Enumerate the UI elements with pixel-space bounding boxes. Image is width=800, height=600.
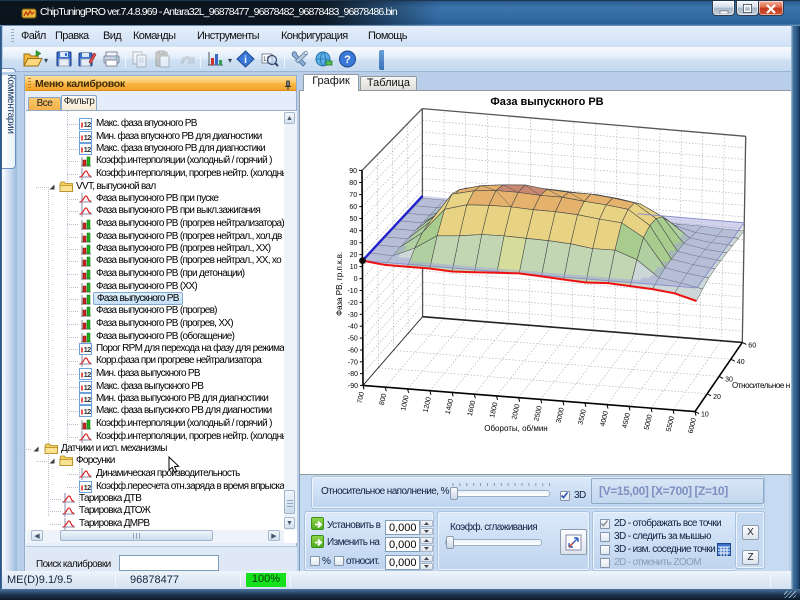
svg-text:-10: -10	[347, 288, 357, 295]
svg-text:20: 20	[713, 394, 721, 401]
svg-text:5500: 5500	[666, 416, 676, 433]
svg-text:12: 12	[84, 483, 91, 492]
svg-text:800: 800	[379, 393, 388, 406]
svg-text:40: 40	[737, 359, 745, 366]
svg-text:20: 20	[350, 252, 358, 259]
svg-text:12: 12	[84, 133, 91, 142]
svg-text:-30: -30	[348, 312, 358, 319]
svg-text:12: 12	[84, 370, 91, 379]
svg-text:?: ?	[344, 54, 351, 66]
svg-text:40: 40	[350, 228, 358, 235]
svg-text:Фаза РВ, гр.п.к.в.: Фаза РВ, гр.п.к.в.	[335, 252, 344, 316]
svg-text:30: 30	[350, 240, 358, 247]
svg-text:80: 80	[349, 180, 357, 187]
svg-text:0: 0	[354, 276, 358, 283]
svg-text:4500: 4500	[622, 412, 632, 429]
svg-text:12: 12	[84, 383, 91, 392]
svg-text:-70: -70	[348, 359, 358, 366]
svg-text:90: 90	[349, 168, 357, 175]
svg-text:10: 10	[350, 264, 358, 271]
svg-text:-20: -20	[348, 300, 358, 307]
svg-text:2000: 2000	[511, 403, 521, 420]
svg-text:2500: 2500	[533, 405, 543, 422]
svg-text:12: 12	[84, 395, 91, 404]
svg-text:-60: -60	[348, 348, 358, 355]
svg-text:700: 700	[356, 391, 365, 404]
svg-text:Относительное н: Относительное н	[732, 381, 790, 390]
svg-text:6000: 6000	[688, 417, 698, 434]
svg-text:1600: 1600	[467, 400, 477, 417]
svg-text:i: i	[244, 55, 247, 66]
svg-text:70: 70	[349, 192, 357, 199]
svg-text:-80: -80	[348, 371, 358, 378]
svg-text:1000: 1000	[400, 395, 410, 412]
svg-text:50: 50	[350, 216, 358, 223]
svg-text:1400: 1400	[445, 398, 455, 415]
svg-text:3000: 3000	[556, 407, 566, 424]
svg-text:12: 12	[84, 407, 91, 416]
svg-text:4000: 4000	[600, 410, 610, 427]
svg-text:5000: 5000	[644, 414, 654, 431]
svg-text:Обороты, об/мин: Обороты, об/мин	[484, 424, 547, 433]
svg-text:-50: -50	[348, 336, 358, 343]
svg-text:12: 12	[84, 145, 91, 154]
svg-text:1200: 1200	[423, 396, 433, 413]
svg-text:12: 12	[84, 345, 91, 354]
svg-text:10: 10	[701, 412, 709, 419]
svg-text:-40: -40	[348, 324, 358, 331]
svg-text:Фаза выпускного РВ: Фаза выпускного РВ	[490, 96, 603, 108]
svg-text:3500: 3500	[578, 409, 588, 426]
svg-text:60: 60	[349, 204, 357, 211]
svg-text:-90: -90	[348, 383, 358, 390]
svg-text:1800: 1800	[489, 402, 499, 419]
svg-text:12: 12	[84, 120, 91, 129]
svg-text:60: 60	[748, 342, 756, 349]
